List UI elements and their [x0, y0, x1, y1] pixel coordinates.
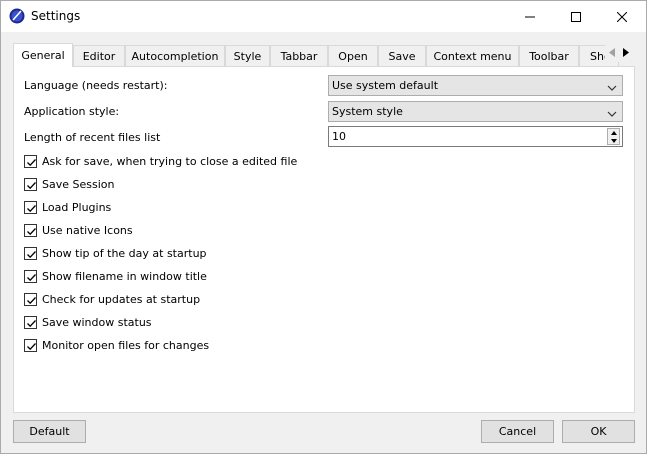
- ok-button[interactable]: OK: [562, 420, 635, 443]
- minimize-button[interactable]: [507, 1, 553, 32]
- spin-down-icon[interactable]: [608, 137, 619, 145]
- checkbox[interactable]: [24, 177, 37, 191]
- tab-save[interactable]: Save: [378, 45, 426, 66]
- spin-buttons[interactable]: [607, 128, 620, 145]
- arrow-left-icon: [609, 47, 615, 60]
- app-style-select[interactable]: System style: [328, 101, 623, 122]
- tab-open[interactable]: Open: [328, 45, 378, 66]
- checkbox[interactable]: [24, 246, 37, 260]
- tab-context-menu[interactable]: Context menu: [426, 45, 519, 66]
- option-native-icons[interactable]: Use native Icons: [24, 222, 133, 238]
- checkbox[interactable]: [24, 200, 37, 214]
- recent-files-spinbox[interactable]: 10: [328, 126, 623, 147]
- language-label: Language (needs restart):: [24, 79, 168, 92]
- minimize-icon: [525, 12, 535, 22]
- app-orb-icon: [9, 8, 25, 24]
- checkbox[interactable]: [24, 154, 37, 168]
- tab-tabbar[interactable]: Tabbar: [270, 45, 328, 66]
- spin-up-icon[interactable]: [608, 129, 619, 137]
- app-style-label: Application style:: [24, 105, 120, 118]
- option-tip-of-day[interactable]: Show tip of the day at startup: [24, 245, 207, 261]
- checkbox[interactable]: [24, 269, 37, 283]
- tab-general[interactable]: General: [13, 43, 73, 67]
- tab-editor[interactable]: Editor: [73, 45, 125, 66]
- tab-scroll-right-button[interactable]: [619, 44, 633, 62]
- arrow-right-icon: [623, 47, 629, 60]
- maximize-button[interactable]: [553, 1, 599, 32]
- close-icon: [617, 11, 627, 22]
- checkbox[interactable]: [24, 338, 37, 352]
- option-load-plugins[interactable]: Load Plugins: [24, 199, 111, 215]
- chevron-down-icon: [607, 108, 617, 117]
- tab-autocompletion[interactable]: Autocompletion: [125, 45, 225, 66]
- chevron-down-icon: [607, 82, 617, 91]
- checkbox[interactable]: [24, 292, 37, 306]
- title-bar[interactable]: Settings: [1, 1, 646, 32]
- language-select[interactable]: Use system default: [328, 75, 623, 96]
- tab-scroll-left-button[interactable]: [605, 44, 619, 62]
- option-save-window-status[interactable]: Save window status: [24, 314, 152, 330]
- checkbox[interactable]: [24, 315, 37, 329]
- option-monitor-files[interactable]: Monitor open files for changes: [24, 337, 209, 353]
- close-button[interactable]: [599, 1, 645, 32]
- settings-window: Settings General Editor Autocompletion S…: [0, 0, 647, 454]
- option-check-updates[interactable]: Check for updates at startup: [24, 291, 200, 307]
- recent-files-label: Length of recent files list: [24, 131, 161, 144]
- option-ask-for-save[interactable]: Ask for save, when trying to close a edi…: [24, 153, 297, 169]
- maximize-icon: [571, 11, 581, 22]
- option-save-session[interactable]: Save Session: [24, 176, 114, 192]
- default-button[interactable]: Default: [13, 420, 86, 443]
- checkbox[interactable]: [24, 223, 37, 237]
- cancel-button[interactable]: Cancel: [481, 420, 554, 443]
- tab-style[interactable]: Style: [225, 45, 270, 66]
- option-filename-in-title[interactable]: Show filename in window title: [24, 268, 207, 284]
- tab-toolbar[interactable]: Toolbar: [519, 45, 579, 66]
- window-title: Settings: [31, 9, 81, 23]
- general-panel: Language (needs restart): Use system def…: [13, 66, 635, 413]
- tab-bar: General Editor Autocompletion Style Tabb…: [13, 43, 635, 67]
